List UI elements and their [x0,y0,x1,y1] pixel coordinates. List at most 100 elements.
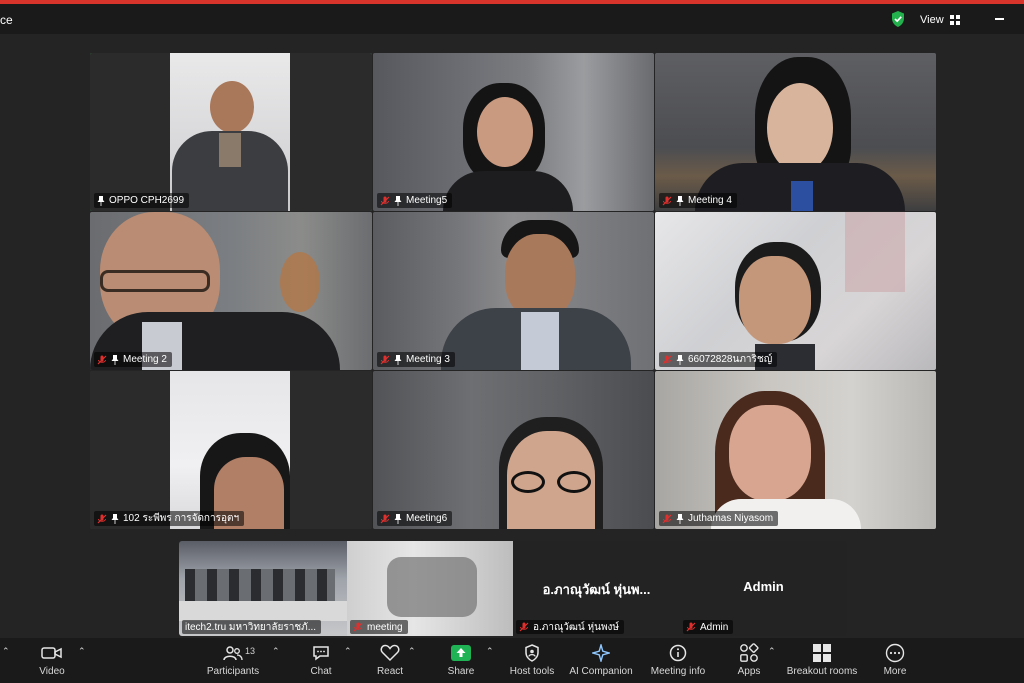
participant-name: Meeting6 [406,513,448,524]
participant-display-name: Admin [743,579,784,594]
more-button[interactable]: More [880,642,910,680]
minimize-icon[interactable] [990,10,1008,28]
pin-icon [676,354,684,365]
participant-name: 102 ระพีพร การจัดการอุตฯ [123,513,240,524]
share-screen-icon [451,645,471,661]
participant-name-tag: 102 ระพีพร การจัดการอุตฯ [94,511,245,526]
video-label: Video [39,666,65,677]
sparkle-icon [592,644,610,662]
host-tools-label: Host tools [509,666,555,677]
breakout-rooms-button[interactable]: Breakout rooms [786,642,858,680]
breakout-rooms-icon [813,644,831,662]
participant-name: อ.ภาณุวัฒน์ หุ่นพงษ์ [533,621,620,633]
breakout-rooms-label: Breakout rooms [786,666,858,677]
participant-name: Juthamas Niyasom [688,513,774,524]
apps-label: Apps [737,666,761,677]
chat-label: Chat [310,666,332,677]
apps-button[interactable]: Apps [736,642,762,680]
mic-muted-icon [380,514,390,523]
mic-muted-icon [353,622,363,632]
host-tools-button[interactable]: Host tools [508,642,556,680]
mic-muted-icon [380,196,390,205]
chat-icon [313,646,329,661]
participant-name: Meeting 3 [406,354,450,365]
mic-muted-icon [519,622,529,632]
chat-options-caret[interactable]: ⌃ [344,646,352,657]
video-camera-icon [41,647,62,659]
heart-icon [380,644,400,662]
mic-muted-icon [380,355,390,364]
video-options-caret[interactable]: ⌃ [78,646,86,657]
participant-name-tag: Meeting 2 [94,352,172,367]
mic-muted-icon [97,514,107,523]
meeting-info-button[interactable]: Meeting info [648,642,708,680]
video-tile[interactable]: 102 ระพีพร การจัดการอุตฯ [90,371,372,529]
share-options-caret[interactable]: ⌃ [486,646,494,657]
apps-options-caret[interactable]: ⌃ [768,646,776,657]
mic-muted-icon [662,514,672,523]
ai-companion-button[interactable]: AI Companion [568,642,634,680]
participant-name-tag: Meeting 3 [377,352,455,367]
view-button[interactable]: View [914,9,966,31]
participant-name: Meeting5 [406,195,448,206]
participant-name: Meeting 4 [688,195,732,206]
view-label: View [920,14,944,26]
video-tile[interactable]: Meeting6 [373,371,654,529]
meeting-toolbar: ⌃ Video ⌃ Participants 13 ⌃ Chat ⌃ React… [0,638,1024,683]
participant-name-tag: Meeting 4 [659,193,737,208]
pin-icon [111,513,119,524]
react-options-caret[interactable]: ⌃ [408,646,416,657]
video-tile[interactable]: Meeting 4 [655,53,936,211]
participant-display-name: อ.ภาณุวัฒน์ หุ่นพ... [542,582,651,597]
filmstrip-tile[interactable]: itech2.tru มหาวิทยาลัยราชภั... [179,541,347,636]
meeting-topbar: ce View [0,4,1024,34]
host-shield-icon [525,644,539,662]
participant-name-tag: Juthamas Niyasom [659,511,779,526]
shield-check-icon[interactable] [890,10,906,28]
video-tile[interactable]: Meeting5 [373,53,654,211]
participants-options-caret[interactable]: ⌃ [272,646,280,657]
participant-name: 66072828นภาริชญ์ [688,354,773,365]
filmstrip-tile[interactable]: อ.ภาณุวัฒน์ หุ่นพ... อ.ภาณุวัฒน์ หุ่นพงษ… [513,541,680,636]
video-tile[interactable]: Meeting 3 [373,212,654,370]
participant-name-tag: Admin [683,620,734,634]
participant-name-tag: itech2.tru มหาวิทยาลัยราชภั... [182,620,322,634]
participant-name-tag: meeting [350,620,408,634]
ai-companion-label: AI Companion [569,666,633,677]
filmstrip: itech2.tru มหาวิทยาลัยราชภั... meeting อ… [179,541,847,636]
pin-icon [111,354,119,365]
participant-name-tag: 66072828นภาริชญ์ [659,352,778,367]
pin-icon [394,195,402,206]
video-tile[interactable]: Meeting 2 [90,212,372,370]
pin-icon [394,354,402,365]
filmstrip-tile[interactable]: Admin Admin [680,541,847,636]
video-tile[interactable]: 66072828นภาริชญ์ [655,212,936,370]
share-label: Share [447,666,475,677]
participants-count: 13 [245,646,256,656]
video-button[interactable]: Video [34,642,70,680]
participant-name: itech2.tru มหาวิทยาลัยราชภั... [185,621,317,633]
participant-name: meeting [367,621,403,633]
share-button[interactable]: Share [446,642,476,680]
chat-button[interactable]: Chat [306,642,336,680]
more-label: More [883,666,907,677]
pin-icon [676,195,684,206]
participant-name-tag: OPPO CPH2699 [94,193,190,208]
video-tile[interactable]: Juthamas Niyasom [655,371,936,529]
react-button[interactable]: React [374,642,406,680]
mic-muted-icon [662,196,672,205]
participants-icon [223,646,243,661]
filmstrip-tile[interactable]: meeting [347,541,513,636]
more-icon [885,643,905,663]
participant-name: OPPO CPH2699 [109,195,185,206]
react-label: React [376,666,404,677]
pin-icon [676,513,684,524]
participants-label: Participants [206,666,260,677]
video-tile[interactable]: OPPO CPH2699 [90,53,372,211]
participant-name: Meeting 2 [123,354,167,365]
mic-muted-icon [686,622,696,632]
pin-icon [394,513,402,524]
mic-muted-icon [662,355,672,364]
audio-options-caret[interactable]: ⌃ [2,646,10,657]
window-title: ce [0,13,13,27]
